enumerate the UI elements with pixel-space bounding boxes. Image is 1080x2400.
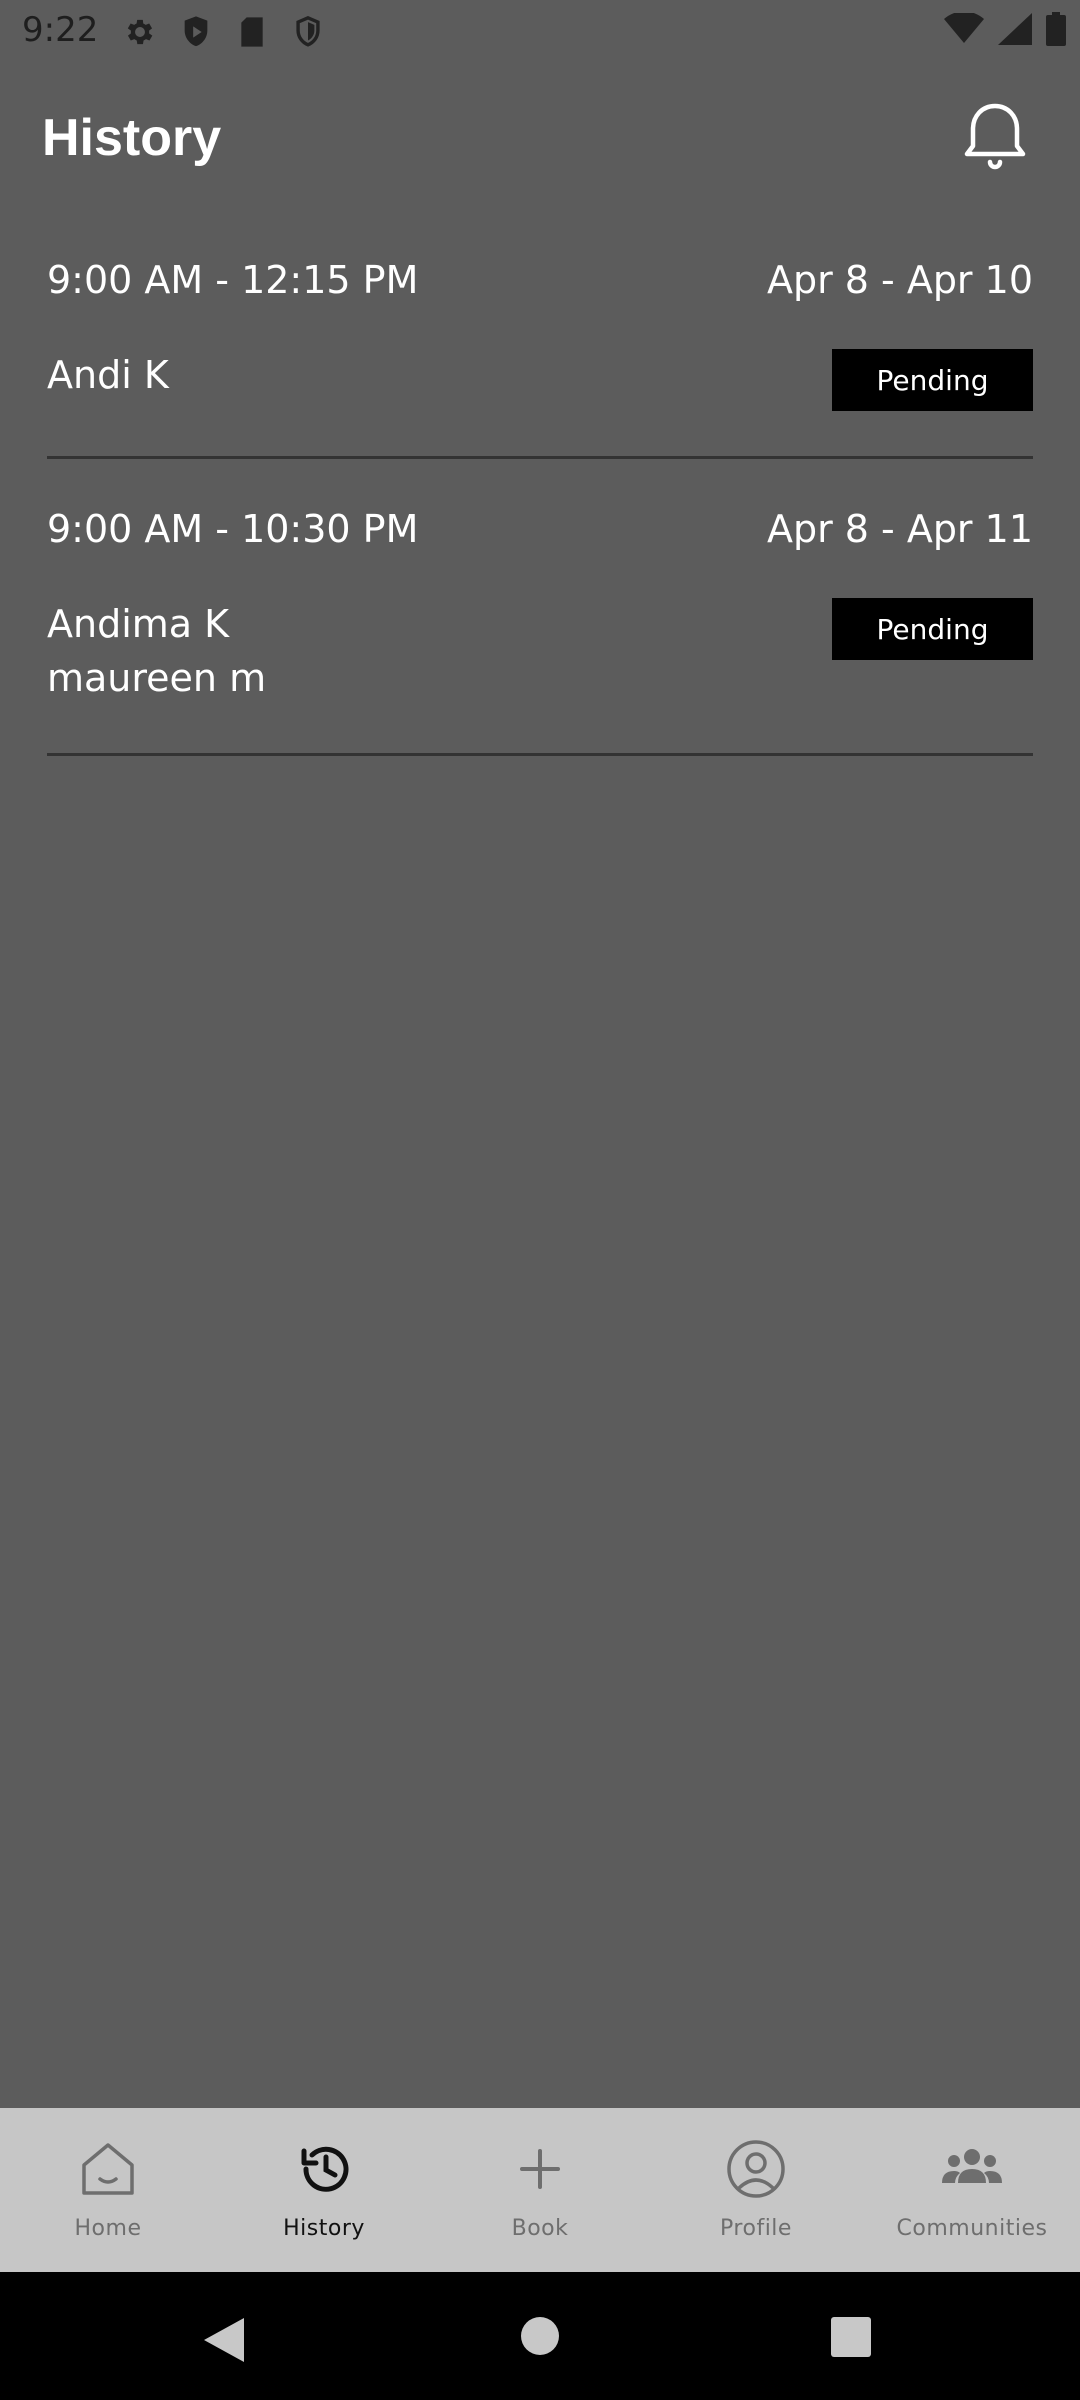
home-icon bbox=[73, 2134, 143, 2204]
nav-label: Profile bbox=[720, 2216, 792, 2241]
nav-item-communities[interactable]: Communities bbox=[864, 2108, 1080, 2272]
status-bar: 9:22 bbox=[0, 0, 1080, 62]
booking-dates: Apr 8 - Apr 10 bbox=[766, 258, 1033, 302]
status-icons-left bbox=[120, 12, 328, 52]
nav-label: Book bbox=[511, 2216, 569, 2241]
wifi-icon bbox=[944, 11, 984, 49]
group-icon bbox=[937, 2134, 1007, 2204]
nav-label: Communities bbox=[896, 2216, 1048, 2241]
booking-names: Andima K maureen m bbox=[47, 597, 266, 705]
recents-icon[interactable] bbox=[830, 2316, 872, 2362]
booking-dates: Apr 8 - Apr 11 bbox=[766, 507, 1033, 551]
battery-icon bbox=[1046, 12, 1066, 50]
gear-icon bbox=[120, 12, 160, 52]
booking-time: 9:00 AM - 12:15 PM bbox=[47, 258, 419, 302]
nav-label: Home bbox=[74, 2216, 142, 2241]
booking-person: Andi K bbox=[47, 353, 169, 397]
nav-item-profile[interactable]: Profile bbox=[648, 2108, 864, 2272]
booking-item[interactable]: 9:00 AM - 12:15 PM Apr 8 - Apr 10 Andi K… bbox=[47, 258, 1033, 460]
status-badge: Pending bbox=[832, 598, 1033, 660]
booking-time: 9:00 AM - 10:30 PM bbox=[47, 507, 419, 551]
bottom-nav: Home History Book Profile Communities bbox=[0, 2108, 1080, 2272]
bell-icon[interactable] bbox=[960, 100, 1030, 172]
booking-person: Andima K bbox=[47, 602, 230, 646]
page-title: History bbox=[42, 109, 222, 167]
booking-person: maureen m bbox=[47, 656, 267, 700]
booking-names: Andi K bbox=[47, 348, 169, 402]
system-nav-bar bbox=[0, 2272, 1080, 2400]
shield-outline-icon bbox=[288, 12, 328, 52]
nav-item-home[interactable]: Home bbox=[0, 2108, 216, 2272]
sd-card-icon bbox=[232, 12, 272, 52]
status-icons-right bbox=[944, 11, 1066, 50]
home-button-icon[interactable] bbox=[520, 2316, 560, 2360]
back-icon[interactable] bbox=[202, 2316, 246, 2368]
signal-icon bbox=[998, 13, 1032, 49]
booking-item[interactable]: 9:00 AM - 10:30 PM Apr 8 - Apr 11 Andima… bbox=[47, 507, 1033, 759]
plus-icon bbox=[505, 2134, 575, 2204]
status-badge: Pending bbox=[832, 349, 1033, 411]
history-icon bbox=[289, 2134, 359, 2204]
nav-item-book[interactable]: Book bbox=[432, 2108, 648, 2272]
divider bbox=[47, 753, 1033, 756]
nav-item-history[interactable]: History bbox=[216, 2108, 432, 2272]
shield-icon bbox=[176, 12, 216, 52]
divider bbox=[47, 456, 1033, 459]
status-time: 9:22 bbox=[22, 10, 99, 50]
nav-label: History bbox=[283, 2216, 365, 2241]
app-header: History bbox=[0, 90, 1080, 180]
profile-icon bbox=[721, 2134, 791, 2204]
